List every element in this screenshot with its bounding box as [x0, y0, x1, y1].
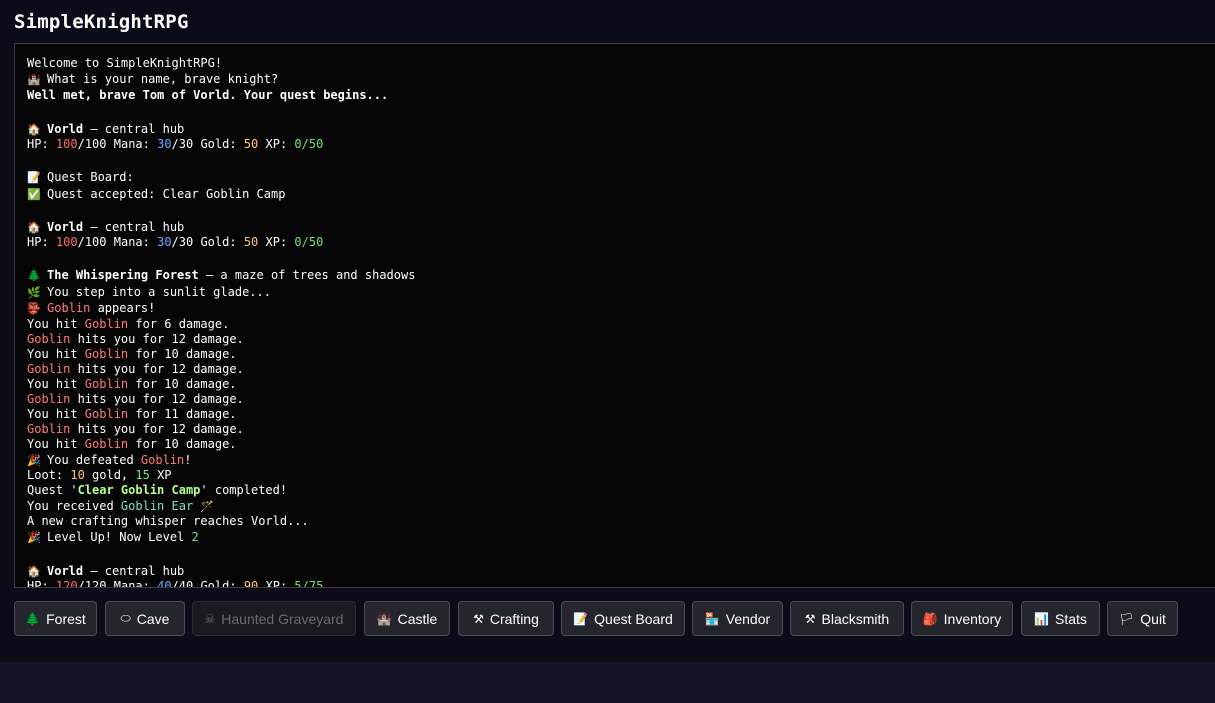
app-window: SimpleKnightRPG Welcome to SimpleKnightR…: [0, 0, 1215, 662]
tools-icon: ⚒: [804, 611, 816, 626]
inventory-button[interactable]: 🎒 Inventory: [911, 601, 1013, 636]
check-icon: ✅: [27, 187, 41, 201]
cave-button[interactable]: ⬭ Cave: [105, 601, 185, 636]
castle-button[interactable]: 🏰 Castle: [364, 601, 450, 636]
shop-icon: 🏪: [704, 611, 720, 626]
log-line: ✅ Quest accepted: Clear Goblin Camp: [27, 186, 1215, 202]
location-line: 🌲 The Whispering Forest — a maze of trees…: [27, 267, 1215, 283]
backpack-icon: 🎒: [922, 611, 938, 626]
log-spacer: [27, 152, 1215, 169]
goblin-icon: 👺: [27, 302, 41, 316]
log-spacer: [27, 202, 1215, 219]
tree-icon: 🌲: [25, 611, 41, 626]
haunted-graveyard-button[interactable]: ☠ Haunted Graveyard: [192, 601, 356, 636]
stats-line: HP: 100/100 Mana: 30/30 Gold: 50 XP: 0/5…: [27, 137, 324, 152]
log-line: 🎉 Level Up! Now Level 2: [27, 529, 1215, 545]
log-spacer: [27, 546, 1215, 563]
stats-button[interactable]: 📊 Stats: [1021, 601, 1100, 636]
combat-line: Goblin hits you for 12 damage.: [27, 361, 244, 376]
white-flag-icon: 🏳: [1119, 611, 1135, 626]
location-line: 🏠 Vorld — central hub: [27, 219, 1215, 235]
log-line: Well met, brave Tom of Vorld. Your quest…: [27, 88, 389, 103]
combat-line: You hit Goblin for 10 damage.: [27, 346, 237, 361]
combat-line: You hit Goblin for 10 damage.: [27, 436, 237, 451]
vendor-button[interactable]: 🏪 Vendor: [692, 601, 783, 636]
log-line: 🌿 You step into a sunlit glade...: [27, 284, 1215, 300]
cave-icon: ⬭: [120, 611, 131, 625]
forest-button[interactable]: 🌲 Forest: [14, 601, 97, 636]
combat-line: Goblin hits you for 12 damage.: [27, 331, 244, 346]
combat-line: Goblin hits you for 12 damage.: [27, 421, 244, 436]
app-title: SimpleKnightRPG: [14, 11, 189, 33]
combat-line: You hit Goblin for 10 damage.: [27, 376, 237, 391]
herb-icon: 🌿: [27, 285, 41, 299]
combat-line: You hit Goblin for 6 damage.: [27, 316, 230, 331]
memo-icon: 📝: [27, 171, 41, 185]
memo-icon: 📝: [573, 611, 589, 626]
log-line: 🎉 You defeated Goblin!: [27, 452, 1215, 468]
bar-chart-icon: 📊: [1034, 611, 1050, 626]
stats-line: HP: 120/120 Mana: 40/40 Gold: 90 XP: 5/7…: [27, 579, 324, 588]
log-spacer: [27, 250, 1215, 267]
house-icon: 🏠: [27, 122, 41, 136]
hammer-pick-icon: ⚒: [473, 611, 484, 626]
log-line: 👺 Goblin appears!: [27, 300, 1215, 316]
stats-line: HP: 100/100 Mana: 30/30 Gold: 50 XP: 0/5…: [27, 235, 324, 250]
log-line: A new crafting whisper reaches Vorld...: [27, 514, 309, 529]
castle-icon: 🏰: [27, 73, 41, 86]
quest-board-button[interactable]: 📝 Quest Board: [561, 601, 685, 636]
party-popper-icon: 🎉: [27, 531, 41, 545]
castle-icon: 🏰: [376, 611, 392, 626]
blacksmith-button[interactable]: ⚒ Blacksmith: [790, 601, 904, 636]
game-log[interactable]: Welcome to SimpleKnightRPG! 🏰 What is you…: [14, 43, 1215, 588]
wand-icon: 🪄: [200, 499, 215, 513]
log-line: Welcome to SimpleKnightRPG!: [27, 56, 223, 70]
combat-log: You hit Goblin for 6 damage. Goblin hits …: [27, 317, 1215, 452]
combat-line: Goblin hits you for 12 damage.: [27, 391, 244, 406]
log-line: Loot: 10 gold, 15 XP: [27, 467, 172, 482]
party-popper-icon: 🎉: [27, 453, 41, 467]
house-icon: 🏠: [27, 220, 41, 234]
log-line: You received Goblin Ear 🪄: [27, 498, 215, 513]
log-line: 📝 Quest Board:: [27, 169, 1215, 185]
log-line: Quest 'Clear Goblin Camp' completed!: [27, 482, 288, 497]
tree-icon: 🌲: [27, 269, 41, 283]
combat-line: You hit Goblin for 11 damage.: [27, 406, 237, 421]
log-spacer: [27, 104, 1215, 121]
log-line: 🏰 What is your name, brave knight?: [27, 71, 1215, 87]
house-icon: 🏠: [27, 564, 41, 578]
quit-button[interactable]: 🏳 Quit: [1107, 601, 1178, 636]
crafting-button[interactable]: ⚒ Crafting: [458, 601, 554, 636]
location-line: 🏠 Vorld — central hub: [27, 121, 1215, 137]
location-line: 🏠 Vorld — central hub: [27, 563, 1215, 579]
skull-icon: ☠: [204, 611, 216, 626]
